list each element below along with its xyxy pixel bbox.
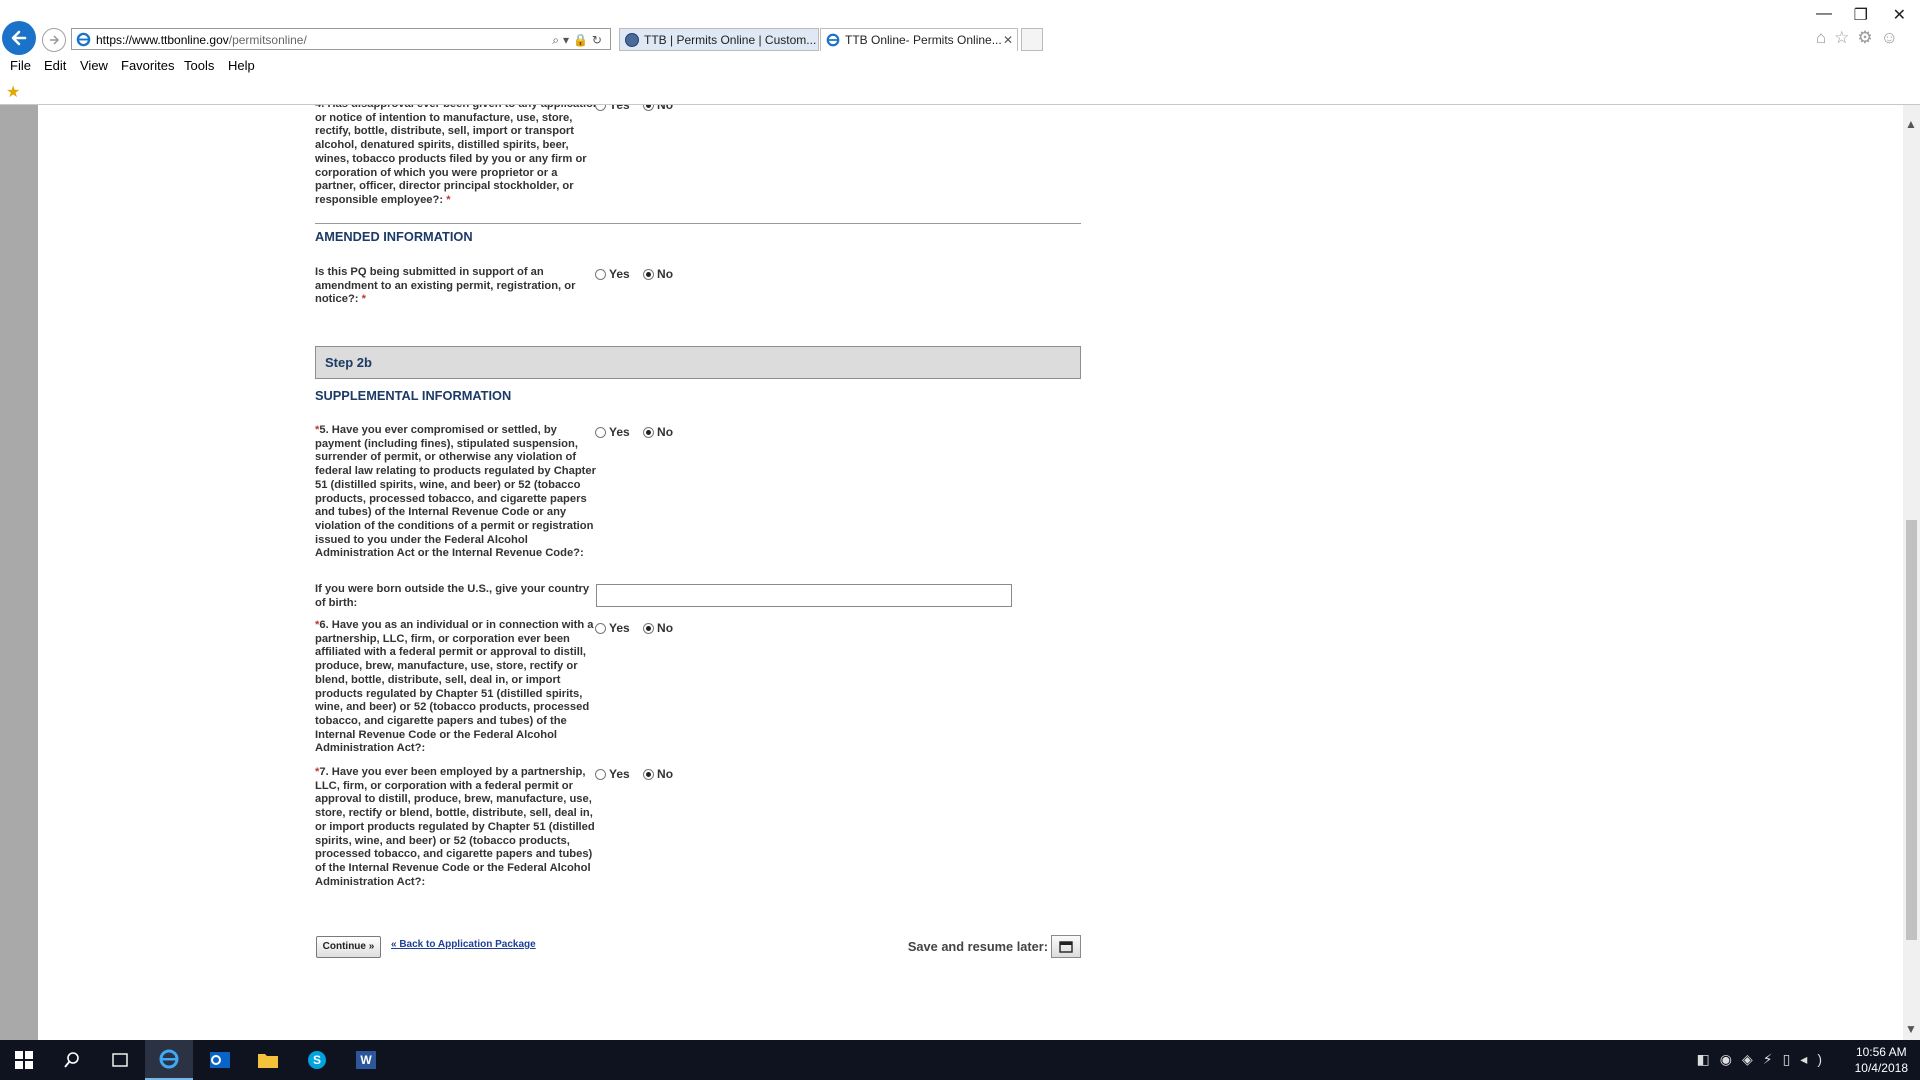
- question-6-options: Yes No: [595, 621, 673, 635]
- q7-no-radio[interactable]: [643, 769, 655, 780]
- vertical-scrollbar[interactable]: ▲ ▼: [1903, 105, 1920, 1040]
- save-button[interactable]: [1051, 935, 1081, 958]
- step-header: Step 2b: [315, 346, 1081, 379]
- q4-no-radio[interactable]: [643, 105, 655, 111]
- browser-chrome: https://www.ttbonline.gov/permitsonline/…: [0, 0, 1920, 105]
- close-window-icon[interactable]: ✕: [1893, 5, 1906, 25]
- amended-options: Yes No: [595, 267, 673, 281]
- amended-yes-radio[interactable]: [595, 269, 606, 280]
- q4-yes-radio[interactable]: [595, 105, 606, 111]
- skype-icon: S: [308, 1051, 326, 1069]
- tray-icons[interactable]: ◧◉◈⚡▯◂): [1697, 1051, 1832, 1068]
- close-tab-icon[interactable]: ✕: [1003, 29, 1013, 51]
- back-to-application-link[interactable]: « Back to Application Package: [391, 939, 536, 950]
- folder-icon: [258, 1054, 278, 1068]
- svg-text:W: W: [360, 1053, 372, 1067]
- toolbar-icons[interactable]: ⌂☆⚙☺: [1816, 28, 1906, 48]
- back-arrow-icon: [11, 30, 27, 46]
- menu-tools[interactable]: Tools: [184, 58, 214, 73]
- ie-page-icon: [76, 32, 91, 47]
- search-icon: [64, 1052, 79, 1068]
- taskbar-skype[interactable]: S: [293, 1040, 341, 1080]
- birth-country-label: If you were born outside the U.S., give …: [315, 583, 590, 609]
- question-6: *6. Have you as an individual or in conn…: [315, 619, 594, 755]
- task-view-button[interactable]: [96, 1040, 144, 1080]
- birth-country-input[interactable]: [596, 584, 1012, 607]
- menu-favorites[interactable]: Favorites: [121, 58, 174, 73]
- url-text: https://www.ttbonline.gov/permitsonline/: [96, 33, 307, 47]
- q6-no-radio[interactable]: [643, 623, 655, 634]
- outlook-icon: [210, 1052, 230, 1068]
- search-button[interactable]: [48, 1040, 96, 1080]
- tab-ttb-online-permits[interactable]: TTB Online- Permits Online... ✕: [820, 28, 1018, 51]
- menu-view[interactable]: View: [80, 58, 108, 73]
- question-4: 4. Has disapproval ever been given to an…: [315, 105, 600, 206]
- svg-text:S: S: [313, 1053, 321, 1067]
- question-5: *5. Have you ever compromised or settled…: [315, 424, 596, 560]
- scroll-up-icon[interactable]: ▲: [1905, 117, 1917, 131]
- address-controls[interactable]: ⌕▾🔒↻: [552, 29, 606, 51]
- q6-yes-radio[interactable]: [595, 623, 606, 634]
- taskbar-internet-explorer[interactable]: [145, 1040, 193, 1080]
- tab-ttb-permits-custom[interactable]: TTB | Permits Online | Custom...: [619, 28, 819, 51]
- menu-help[interactable]: Help: [228, 58, 255, 73]
- address-bar[interactable]: https://www.ttbonline.gov/permitsonline/…: [71, 28, 611, 50]
- ie-icon: [159, 1049, 179, 1069]
- ttb-seal-icon: [625, 33, 639, 47]
- page-left-margin: [0, 105, 38, 1040]
- taskbar-outlook[interactable]: [196, 1040, 244, 1080]
- clock[interactable]: 10:56 AM 10/4/2018: [1855, 1044, 1908, 1076]
- add-favorite-icon[interactable]: ★: [6, 82, 20, 102]
- menu-edit[interactable]: Edit: [44, 58, 66, 73]
- question-7-options: Yes No: [595, 767, 673, 781]
- taskbar-word[interactable]: W: [342, 1040, 390, 1080]
- menu-file[interactable]: File: [10, 58, 31, 73]
- question-7: *7. Have you ever been employed by a par…: [315, 766, 595, 888]
- calendar-save-icon: [1059, 940, 1073, 953]
- task-view-icon: [112, 1053, 128, 1067]
- taskbar-file-explorer[interactable]: [244, 1040, 292, 1080]
- windows-taskbar: S W ◧◉◈⚡▯◂) 10:56 AM 10/4/2018: [0, 1040, 1920, 1080]
- question-4-options: Yes No: [595, 105, 673, 112]
- permit-form: 4. Has disapproval ever been given to an…: [315, 105, 1081, 1040]
- scroll-down-icon[interactable]: ▼: [1905, 1022, 1917, 1036]
- new-tab-button[interactable]: [1021, 28, 1043, 51]
- ie-tab-icon: [826, 33, 840, 47]
- restore-icon[interactable]: ❐: [1854, 5, 1868, 25]
- q5-yes-radio[interactable]: [595, 427, 606, 438]
- back-button[interactable]: [2, 21, 36, 55]
- amended-no-radio[interactable]: [643, 269, 655, 280]
- divider: [315, 223, 1081, 224]
- forward-button[interactable]: [42, 28, 66, 52]
- save-resume-label: Save and resume later:: [907, 939, 1048, 954]
- supplemental-info-title: SUPPLEMENTAL INFORMATION: [315, 388, 512, 403]
- scrollbar-thumb[interactable]: [1906, 520, 1917, 940]
- start-button[interactable]: [0, 1040, 48, 1080]
- amended-question: Is this PQ being submitted in support of…: [315, 266, 576, 306]
- favorites-bar: ★: [0, 82, 1920, 105]
- windows-logo-icon: [15, 1051, 33, 1069]
- q5-no-radio[interactable]: [643, 427, 655, 438]
- minimize-icon[interactable]: —: [1816, 5, 1832, 23]
- question-5-options: Yes No: [595, 425, 673, 439]
- q7-yes-radio[interactable]: [595, 769, 606, 780]
- forward-arrow-icon: [50, 35, 60, 45]
- continue-button[interactable]: Continue »: [316, 936, 381, 958]
- amended-info-title: AMENDED INFORMATION: [315, 229, 473, 244]
- word-icon: W: [356, 1051, 376, 1069]
